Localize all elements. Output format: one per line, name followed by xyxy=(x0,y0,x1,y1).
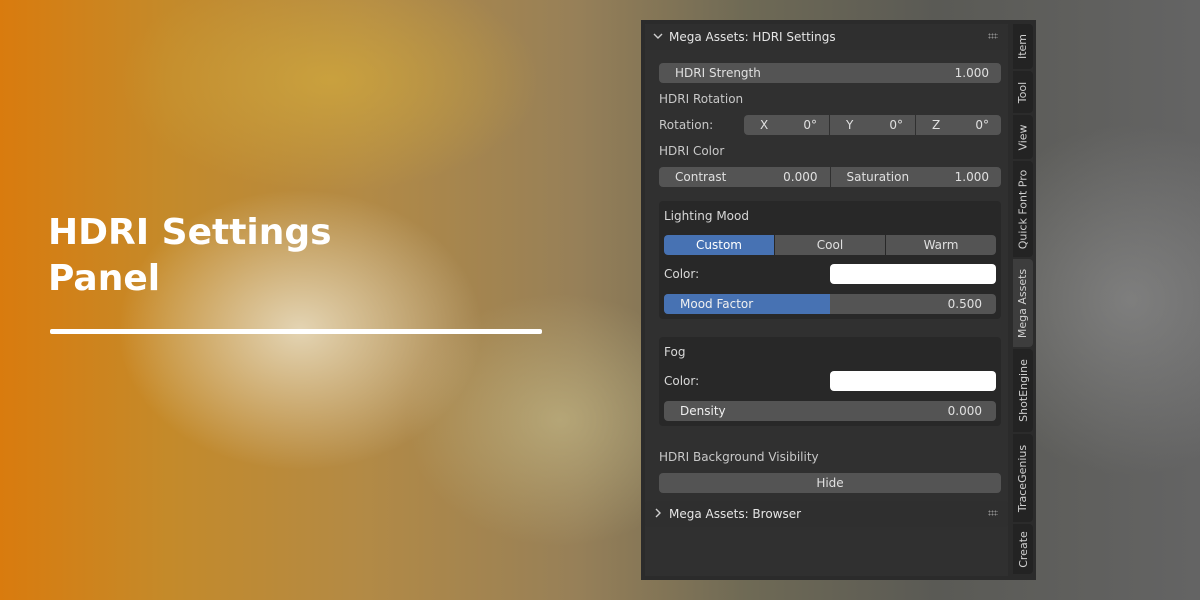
hero-title-line2: Panel xyxy=(48,258,161,299)
hdri-settings-header[interactable]: Mega Assets: HDRI Settings xyxy=(645,24,1008,50)
saturation-field[interactable]: Saturation 1.000 xyxy=(830,167,1001,187)
tab-view[interactable]: View xyxy=(1013,115,1033,159)
fog-color-swatch[interactable] xyxy=(830,371,996,391)
fog-density-slider[interactable]: Density 0.000 xyxy=(664,401,996,421)
lighting-mood-title: Lighting Mood xyxy=(664,209,749,223)
sidebar-panel: Mega Assets: HDRI Settings HDRI Strength… xyxy=(641,20,1036,580)
contrast-value: 0.000 xyxy=(783,170,818,184)
tab-tool[interactable]: Tool xyxy=(1013,71,1033,113)
tab-tracegenius[interactable]: TraceGenius xyxy=(1013,434,1033,522)
drag-grip-icon[interactable] xyxy=(988,33,998,39)
tab-quick-font-pro-label: Quick Font Pro xyxy=(1016,169,1030,249)
browser-title: Mega Assets: Browser xyxy=(669,507,802,521)
mood-option-cool[interactable]: Cool xyxy=(775,235,885,255)
hero-title: HDRI Settings Panel xyxy=(48,210,332,302)
tab-shotengine[interactable]: ShotEngine xyxy=(1013,349,1033,432)
hero-title-line1: HDRI Settings xyxy=(48,212,332,253)
contrast-label: Contrast xyxy=(675,170,727,184)
mood-color-label: Color: xyxy=(664,267,700,281)
sidebar-tabs: Item Tool View Quick Font Pro Mega Asset… xyxy=(1013,24,1034,576)
fog-density-label: Density xyxy=(680,404,726,418)
contrast-field[interactable]: Contrast 0.000 xyxy=(659,167,830,187)
rotation-z-value: 0° xyxy=(975,118,989,132)
hdri-rotation-heading: HDRI Rotation xyxy=(659,92,744,106)
mood-option-warm[interactable]: Warm xyxy=(886,235,996,255)
hide-background-button[interactable]: Hide xyxy=(659,473,1001,493)
mood-factor-value: 0.500 xyxy=(947,297,982,311)
hdri-strength-field[interactable]: HDRI Strength 1.000 xyxy=(659,63,1001,83)
rotation-y-field[interactable]: Y 0° xyxy=(830,115,915,135)
lighting-mood-box: Lighting Mood Custom Cool Warm Color: Mo… xyxy=(659,201,1001,319)
rotation-z-field[interactable]: Z 0° xyxy=(916,115,1001,135)
hdri-strength-value: 1.000 xyxy=(954,66,989,80)
rotation-x-field[interactable]: X 0° xyxy=(744,115,829,135)
tab-tracegenius-label: TraceGenius xyxy=(1016,444,1030,512)
mood-factor-label: Mood Factor xyxy=(680,297,754,311)
tab-mega-assets-label: Mega Assets xyxy=(1016,268,1030,338)
hero-divider xyxy=(50,329,542,334)
rotation-x-axis: X xyxy=(760,118,769,132)
tab-item[interactable]: Item xyxy=(1013,24,1033,69)
browser-header[interactable]: Mega Assets: Browser xyxy=(645,501,1008,527)
rotation-z-axis: Z xyxy=(932,118,941,132)
tab-quick-font-pro[interactable]: Quick Font Pro xyxy=(1013,161,1033,257)
mood-selector: Custom Cool Warm xyxy=(664,235,996,255)
rotation-label: Rotation: xyxy=(659,118,714,132)
fog-box: Fog Color: Density 0.000 xyxy=(659,337,1001,426)
fog-density-value: 0.000 xyxy=(947,404,982,418)
panel-content: Mega Assets: HDRI Settings HDRI Strength… xyxy=(645,24,1008,576)
mood-option-custom[interactable]: Custom xyxy=(664,235,774,255)
background-visibility-label: HDRI Background Visibility xyxy=(659,450,819,464)
saturation-label: Saturation xyxy=(846,170,910,184)
tab-mega-assets[interactable]: Mega Assets xyxy=(1013,259,1033,347)
hdri-strength-label: HDRI Strength xyxy=(675,66,761,80)
tab-view-label: View xyxy=(1016,123,1030,151)
rotation-fields: X 0° Y 0° Z 0° xyxy=(744,115,1001,135)
tab-create[interactable]: Create xyxy=(1013,524,1033,574)
color-adjust-fields: Contrast 0.000 Saturation 1.000 xyxy=(659,167,1001,187)
chevron-right-icon xyxy=(653,508,665,521)
tab-create-label: Create xyxy=(1016,530,1030,568)
tab-shotengine-label: ShotEngine xyxy=(1016,359,1030,422)
rotation-x-value: 0° xyxy=(803,118,817,132)
rotation-y-value: 0° xyxy=(889,118,903,132)
tab-item-label: Item xyxy=(1016,33,1030,60)
chevron-down-icon xyxy=(653,31,665,44)
mood-factor-slider[interactable]: Mood Factor 0.500 xyxy=(664,294,996,314)
fog-title: Fog xyxy=(664,345,686,359)
hdri-color-heading: HDRI Color xyxy=(659,144,725,158)
drag-grip-icon[interactable] xyxy=(988,510,998,516)
rotation-y-axis: Y xyxy=(846,118,854,132)
fog-color-label: Color: xyxy=(664,374,700,388)
mood-color-swatch[interactable] xyxy=(830,264,996,284)
tab-tool-label: Tool xyxy=(1016,81,1030,103)
hdri-settings-title: Mega Assets: HDRI Settings xyxy=(669,30,836,44)
saturation-value: 1.000 xyxy=(954,170,989,184)
